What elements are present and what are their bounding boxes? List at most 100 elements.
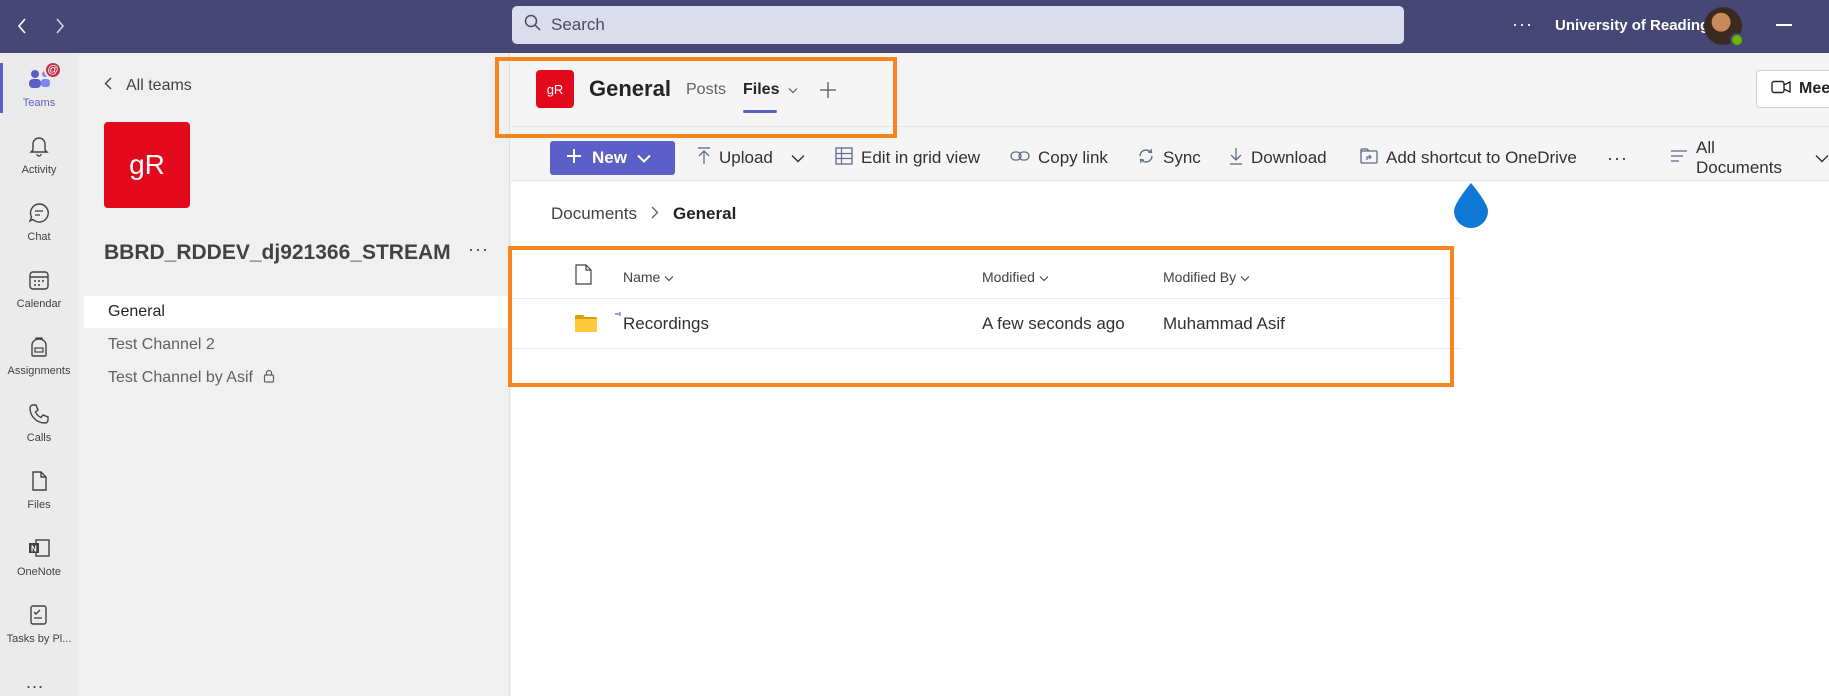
rail-label: Teams	[22, 96, 56, 109]
breadcrumb: Documents General	[551, 204, 736, 224]
channel-team-logo: gR	[536, 70, 574, 108]
rail-item-calls[interactable]: Calls	[0, 390, 78, 456]
rail-item-assignments[interactable]: Assignments	[0, 323, 78, 389]
sync-label: Sync	[1163, 148, 1201, 167]
forward-arrow-icon[interactable]	[50, 14, 70, 38]
more-commands-button[interactable]: ···	[1607, 141, 1628, 175]
column-name[interactable]: Name	[623, 269, 674, 285]
tab-posts[interactable]: Posts	[686, 81, 726, 99]
rail-label: Chat	[27, 230, 51, 243]
settings-more-button[interactable]: ···	[1512, 14, 1533, 35]
chevron-down-icon	[1039, 269, 1049, 285]
team-panel: All teams gR BBRD_RDDEV_dj921366_STREAM …	[78, 53, 510, 696]
channel-label: General	[108, 303, 165, 320]
chevron-right-icon	[651, 204, 659, 224]
file-type-icon[interactable]	[575, 264, 592, 290]
water-drop-icon	[1452, 181, 1490, 229]
channel-test-channel-2[interactable]: Test Channel 2	[84, 329, 510, 361]
link-icon	[1010, 149, 1030, 167]
file-list-header: Name Modified Modified By	[511, 251, 1461, 299]
sync-button[interactable]: Sync	[1137, 141, 1201, 175]
rail-item-tasks[interactable]: Tasks by Pl...	[0, 591, 78, 657]
search-input[interactable]: Search	[512, 6, 1404, 44]
org-name[interactable]: University of Reading	[1555, 17, 1709, 34]
main-content: gR General Posts Files Meet New	[511, 53, 1829, 696]
breadcrumb-documents[interactable]: Documents	[551, 204, 637, 224]
add-shortcut-button[interactable]: Add shortcut to OneDrive	[1360, 141, 1577, 175]
files-command-bar: New Upload Edit in grid view Copy link S…	[511, 127, 1829, 181]
tab-files[interactable]: Files	[743, 81, 798, 113]
meet-label: Meet	[1799, 80, 1829, 97]
presence-available-icon	[1730, 33, 1744, 47]
tasks-icon	[28, 604, 50, 631]
column-label: Modified By	[1163, 269, 1237, 285]
upload-icon	[697, 146, 711, 170]
channel-test-channel-by-asif[interactable]: Test Channel by Asif	[84, 362, 510, 394]
more-apps-button[interactable]: ...	[26, 672, 44, 693]
rail-label: Tasks by Pl...	[6, 632, 72, 645]
onenote-icon: N	[27, 537, 51, 564]
channel-header: gR General Posts Files Meet	[511, 53, 1829, 127]
team-more-button[interactable]: ···	[468, 239, 489, 260]
calendar-icon	[28, 269, 50, 296]
plus-icon	[566, 148, 582, 169]
copy-link-label: Copy link	[1038, 148, 1108, 167]
all-teams-link[interactable]: All teams	[104, 77, 192, 95]
rail-item-chat[interactable]: Chat	[0, 189, 78, 255]
column-label: Name	[623, 269, 661, 285]
backpack-icon	[28, 336, 50, 363]
column-modified[interactable]: Modified	[982, 269, 1049, 285]
column-modified-by[interactable]: Modified By	[1163, 269, 1250, 285]
app-rail: @ Teams Activity Chat Calendar Assignmen…	[0, 53, 78, 696]
active-tab-indicator	[743, 110, 777, 113]
edit-grid-view-button[interactable]: Edit in grid view	[835, 141, 980, 175]
rail-item-teams[interactable]: @ Teams	[0, 55, 78, 121]
download-label: Download	[1251, 148, 1327, 167]
new-button[interactable]: New	[550, 141, 675, 175]
shortcut-label: Add shortcut to OneDrive	[1386, 148, 1577, 167]
table-row[interactable]: Recordings A few seconds ago Muhammad As…	[511, 299, 1461, 349]
minimize-icon[interactable]	[1776, 24, 1792, 26]
view-selector[interactable]: All Documents	[1670, 138, 1829, 177]
rail-item-files[interactable]: Files	[0, 457, 78, 523]
rail-label: OneNote	[16, 565, 62, 578]
back-arrow-icon[interactable]	[12, 14, 32, 38]
rail-item-calendar[interactable]: Calendar	[0, 256, 78, 322]
tab-label: Files	[743, 81, 780, 98]
meet-button[interactable]: Meet	[1756, 70, 1829, 108]
grid-icon	[835, 146, 853, 170]
add-tab-button[interactable]	[819, 75, 837, 106]
channel-label: Test Channel 2	[108, 336, 215, 353]
upload-button[interactable]: Upload	[697, 141, 805, 175]
copy-link-button[interactable]: Copy link	[1010, 141, 1108, 175]
lock-icon	[263, 369, 275, 388]
svg-text:N: N	[31, 544, 37, 553]
download-icon	[1229, 147, 1243, 170]
chat-icon	[28, 202, 50, 229]
folder-icon	[574, 313, 598, 338]
download-button[interactable]: Download	[1229, 141, 1327, 175]
title-bar: Search ··· University of Reading	[0, 0, 1829, 53]
team-name: BBRD_RDDEV_dj921366_STREAM	[104, 241, 451, 264]
file-name[interactable]: Recordings	[623, 314, 709, 334]
channel-label: Test Channel by Asif	[108, 369, 253, 386]
avatar[interactable]	[1704, 7, 1744, 47]
team-logo: gR	[104, 122, 190, 208]
rail-label: Calendar	[16, 297, 62, 310]
view-lines-icon	[1670, 149, 1688, 168]
phone-icon	[28, 403, 50, 430]
column-label: Modified	[982, 269, 1035, 285]
sync-icon	[1137, 147, 1155, 170]
view-label: All Documents	[1696, 138, 1782, 177]
channel-general[interactable]: General	[84, 296, 510, 328]
bell-icon	[28, 135, 50, 162]
rail-item-onenote[interactable]: N OneNote	[0, 524, 78, 590]
channel-title: General	[589, 76, 671, 101]
tab-label: Posts	[686, 81, 727, 98]
history-nav	[12, 14, 70, 38]
rail-item-activity[interactable]: Activity	[0, 122, 78, 188]
video-camera-icon	[1771, 80, 1791, 99]
chevron-down-icon	[664, 269, 674, 285]
shortcut-icon	[1360, 147, 1378, 170]
all-teams-label: All teams	[126, 77, 192, 94]
